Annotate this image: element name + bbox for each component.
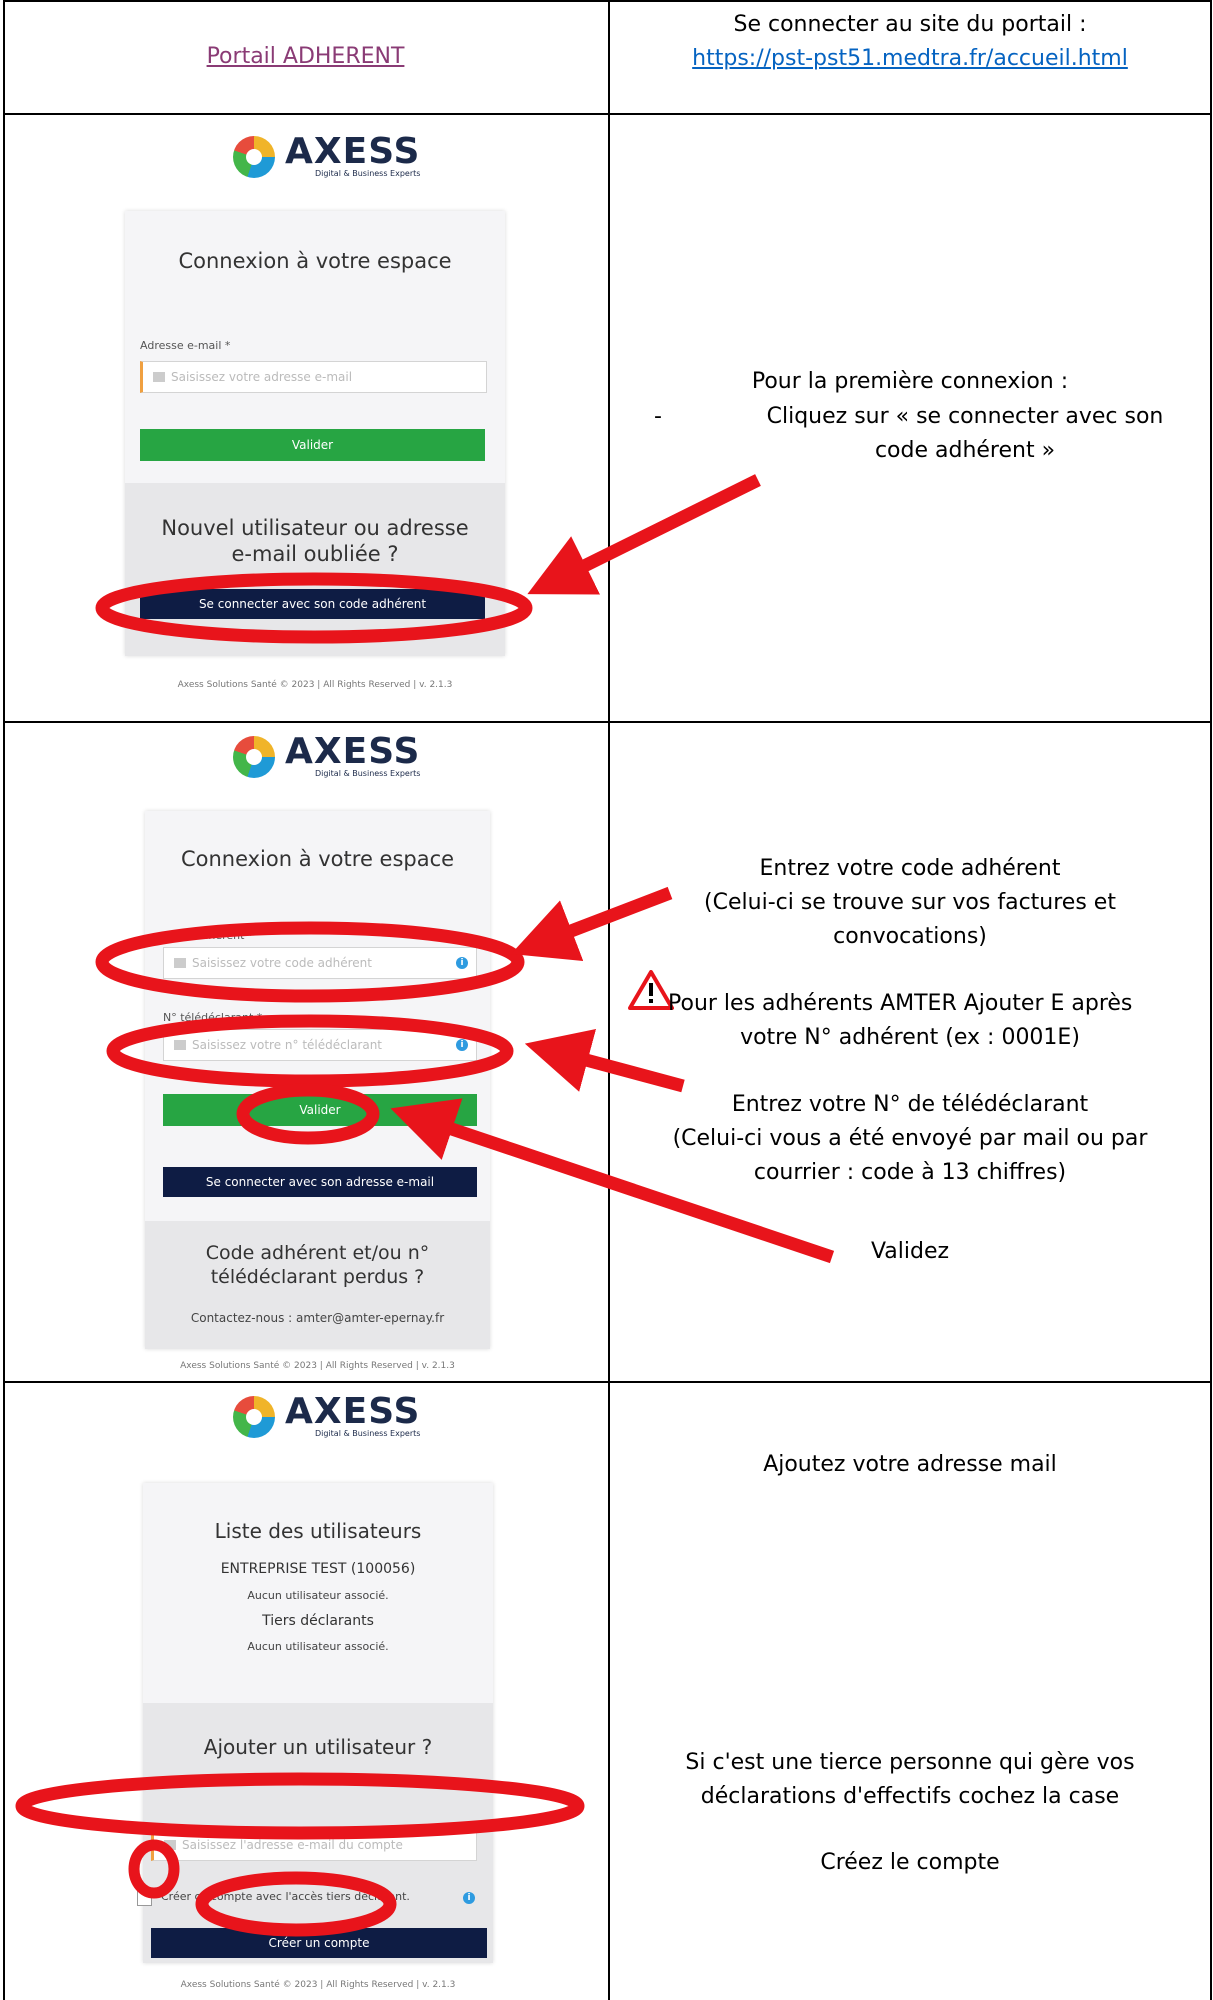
connect-with-email-button[interactable]: Se connecter avec son adresse e-mail [163,1167,477,1197]
third-party-text-2: déclarations d'effectifs cochez la case [700,1784,1120,1809]
first-connection-heading: Pour la première connexion : [751,369,1069,394]
axess-logo: AXESS Digital & Business Experts [233,1391,421,1438]
tele-hint-text-2: courrier : code à 13 chiffres) [753,1160,1067,1185]
tiers-info-icon[interactable]: i [463,1892,475,1904]
envelope-icon [153,372,165,382]
member-code-info-icon[interactable]: i [456,957,468,969]
row1-intro-text: Se connecter au site du portail : [733,12,1087,37]
building-icon [174,958,186,968]
table-border-right [1210,0,1212,2000]
teledeclarant-placeholder: Saisissez votre n° télédéclarant [192,1038,383,1052]
add-user-section: Ajouter un utilisateur ? Saisissez l'adr… [137,1703,493,1963]
code-hint-text: (Celui-ci se trouve sur vos factures et [704,890,1116,915]
tele-label: N° télédéclarant * [163,1011,263,1024]
tele-hint-text: (Celui-ci vous a été envoyé par mail ou … [672,1126,1148,1151]
member-code-placeholder: Saisissez votre code adhérent [192,956,372,970]
code-login-title: Connexion à votre espace [180,847,455,871]
enter-code-text: Entrez votre code adhérent [759,856,1061,881]
create-account-text: Créez le compte [820,1850,1000,1875]
no-user-text-1: Aucun utilisateur associé. [247,1589,389,1602]
table-border-top [3,0,1212,2]
validate-button[interactable]: Valider [140,429,485,461]
portal-adherent-link[interactable]: Portail ADHERENT [3,40,608,74]
axess-logo: AXESS Digital & Business Experts [233,131,421,178]
bullet-dash: - [654,404,662,429]
teledeclarant-field[interactable]: Saisissez votre n° télédéclarant [163,1029,477,1061]
company-name: ENTREPRISE TEST (100056) [220,1561,416,1577]
globe-icon [174,1040,186,1050]
email-field[interactable]: Saisissez votre adresse e-mail [140,361,487,393]
login-card: Connexion à votre espace Adresse e-mail … [125,211,505,656]
member-code-field[interactable]: Saisissez votre code adhérent [163,947,477,979]
axess-logo-name: AXESS [285,1391,421,1432]
tiers-declarants-heading: Tiers déclarants [262,1613,374,1629]
axess-logo-name: AXESS [285,131,421,172]
connect-with-code-button[interactable]: Se connecter avec son code adhérent [140,589,485,619]
add-user-title: Ajouter un utilisateur ? [203,1735,433,1759]
login-title: Connexion à votre espace [178,249,452,273]
lost-code-text: Code adhérent et/ou n° télédéclarant per… [205,1242,430,1288]
code-login-footer: Axess Solutions Santé © 2023 | All Right… [180,1361,455,1371]
login-footer: Axess Solutions Santé © 2023 | All Right… [177,680,453,690]
click-connect-code-text-2: code adhérent » [874,438,1056,463]
tiers-checkbox[interactable] [137,1891,152,1906]
click-connect-code-text: Cliquez sur « se connecter avec son [766,404,1164,429]
validate-code-button[interactable]: Valider [163,1094,477,1126]
axess-logo: AXESS Digital & Business Experts [233,731,421,778]
screenshot-user-list: AXESS Digital & Business Experts Liste d… [5,1383,608,2000]
email-label: Adresse e-mail * [140,339,231,352]
create-account-button[interactable]: Créer un compte [151,1928,487,1958]
envelope-icon [164,1840,176,1850]
teledeclarant-info-icon[interactable]: i [456,1039,468,1051]
axess-logo-icon [233,1395,275,1438]
lost-code-section: Code adhérent et/ou n° télédéclarant per… [145,1221,490,1349]
enter-tele-text: Entrez votre N° de télédéclarant [731,1092,1089,1117]
amter-note-text: Pour les adhérents AMTER Ajouter E après [668,991,1133,1016]
code-label: Code adhérent * [163,929,254,942]
add-mail-text: Ajoutez votre adresse mail [763,1452,1057,1477]
axess-logo-icon [233,735,275,778]
contact-text: Contactez-nous : amter@amter-epernay.fr [190,1311,445,1325]
screenshot-login-email: AXESS Digital & Business Experts Connexi… [5,115,608,720]
axess-logo-name: AXESS [285,731,421,772]
no-user-text-2: Aucun utilisateur associé. [247,1640,389,1653]
table-border-middle [608,0,610,2000]
new-user-section: Nouvel utilisateur ou adresse e-mail oub… [125,483,505,656]
new-user-email-field[interactable]: Saisissez l'adresse e-mail du compte [151,1829,477,1861]
code-hint-text-2: convocations) [833,924,987,949]
validate-instruction-text: Validez [870,1239,950,1264]
tiers-checkbox-label: Créer ce compte avec l'accès tiers décla… [161,1890,410,1903]
new-user-email-placeholder: Saisissez l'adresse e-mail du compte [182,1838,403,1852]
screenshot-login-code: AXESS Digital & Business Experts Connexi… [5,723,608,1380]
user-list-card: Liste des utilisateurs ENTREPRISE TEST (… [137,1483,493,1963]
new-user-text: Nouvel utilisateur ou adresse e-mail oub… [161,516,469,566]
user-list-footer: Axess Solutions Santé © 2023 | All Right… [180,1980,456,1990]
third-party-text: Si c'est une tierce personne qui gère vo… [685,1750,1135,1775]
axess-logo-icon [233,135,275,178]
portal-url-link[interactable]: https://pst-pst51.medtra.fr/accueil.html [610,42,1210,76]
user-list-title: Liste des utilisateurs [214,1519,422,1543]
email-placeholder: Saisissez votre adresse e-mail [171,370,353,384]
amter-note-text-2: votre N° adhérent (ex : 0001E) [740,1025,1080,1050]
code-login-card: Connexion à votre espace Code adhérent *… [145,811,490,1349]
